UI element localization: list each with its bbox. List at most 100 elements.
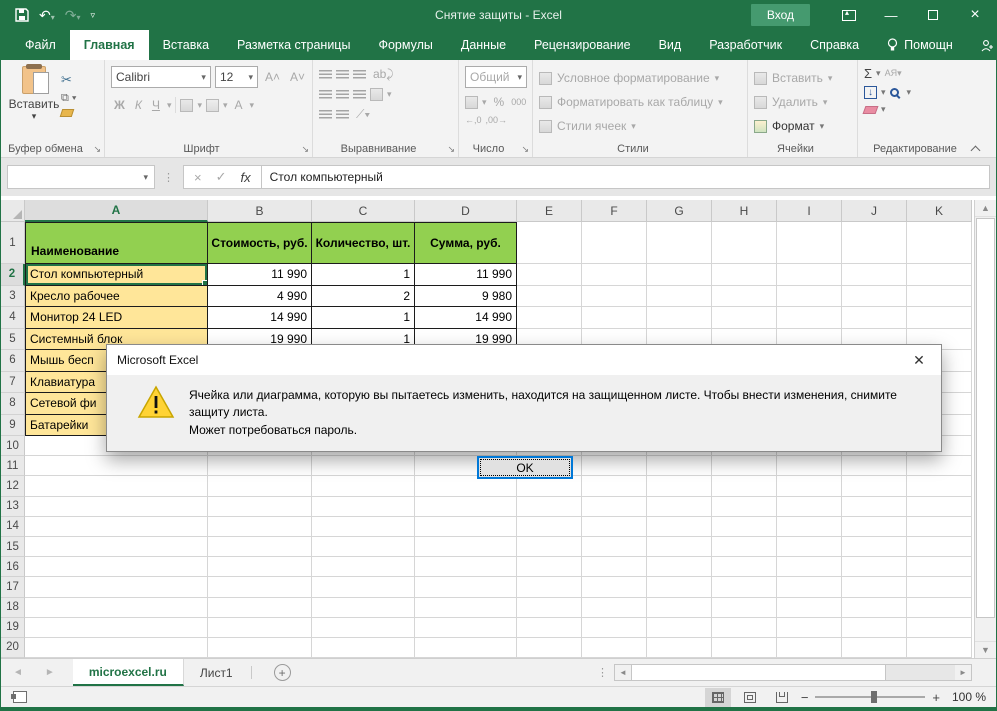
customize-qat-icon[interactable]: ▿ (91, 11, 96, 20)
dialog-launcher-icon[interactable]: ↘ (447, 144, 455, 155)
row-header-3[interactable]: 3 (1, 286, 25, 308)
cell-A1[interactable]: Наименование (25, 222, 208, 264)
column-header-H[interactable]: H (712, 200, 777, 222)
cell-C12[interactable] (312, 476, 415, 496)
cell-I2[interactable] (777, 264, 842, 286)
ribbon-tab-справка[interactable]: Справка (796, 30, 873, 60)
cell-G11[interactable] (647, 456, 712, 476)
cell-K18[interactable] (907, 598, 972, 618)
column-header-G[interactable]: G (647, 200, 712, 222)
cell-C2[interactable]: 1 (312, 264, 415, 286)
cell-I17[interactable] (777, 577, 842, 597)
maximize-icon[interactable] (912, 0, 954, 30)
cell-G2[interactable] (647, 264, 712, 286)
cell-K3[interactable] (907, 286, 972, 308)
cell-E20[interactable] (517, 638, 582, 658)
cells-item[interactable]: Формат▾ (754, 116, 853, 136)
cell-A2[interactable]: Стол компьютерный (25, 264, 208, 286)
cell-C3[interactable]: 2 (312, 286, 415, 308)
find-select-icon[interactable] (890, 88, 899, 97)
cell-C18[interactable] (312, 598, 415, 618)
scroll-left-icon[interactable]: ◄ (615, 665, 631, 680)
cell-G20[interactable] (647, 638, 712, 658)
dialog-launcher-icon[interactable]: ↘ (93, 144, 101, 155)
row-header-7[interactable]: 7 (1, 372, 25, 394)
cell-K2[interactable] (907, 264, 972, 286)
cell-J13[interactable] (842, 497, 907, 517)
cell-K1[interactable] (907, 222, 972, 264)
cell-G14[interactable] (647, 517, 712, 537)
ok-button[interactable]: OK (477, 456, 573, 479)
cell-G18[interactable] (647, 598, 712, 618)
cell-C17[interactable] (312, 577, 415, 597)
ribbon-tab-вид[interactable]: Вид (645, 30, 696, 60)
font-size-combo[interactable]: 12▾ (215, 66, 258, 88)
scroll-right-icon[interactable]: ► (955, 665, 971, 680)
cell-H17[interactable] (712, 577, 777, 597)
ribbon-tab-данные[interactable]: Данные (447, 30, 520, 60)
cell-F19[interactable] (582, 618, 647, 638)
cell-E15[interactable] (517, 537, 582, 557)
cell-A15[interactable] (25, 537, 208, 557)
cell-D15[interactable] (415, 537, 517, 557)
cell-I16[interactable] (777, 557, 842, 577)
cell-D19[interactable] (415, 618, 517, 638)
cell-G4[interactable] (647, 307, 712, 329)
cell-G1[interactable] (647, 222, 712, 264)
cell-H1[interactable] (712, 222, 777, 264)
ribbon-tab-помощн[interactable]: Помощн (873, 30, 967, 60)
column-header-E[interactable]: E (517, 200, 582, 222)
cell-A3[interactable]: Кресло рабочее (25, 286, 208, 308)
cell-B20[interactable] (208, 638, 312, 658)
column-header-K[interactable]: K (907, 200, 972, 222)
cell-A16[interactable] (25, 557, 208, 577)
column-header-B[interactable]: B (208, 200, 312, 222)
cell-C1[interactable]: Количество, шт. (312, 222, 415, 264)
row-header-11[interactable]: 11 (1, 456, 25, 476)
cell-B3[interactable]: 4 990 (208, 286, 312, 308)
cell-J16[interactable] (842, 557, 907, 577)
cell-G19[interactable] (647, 618, 712, 638)
ribbon-tab-формулы[interactable]: Формулы (364, 30, 446, 60)
new-sheet-icon[interactable]: + (274, 664, 291, 681)
sheet-tab-active[interactable]: microexcel.ru (73, 659, 184, 686)
cell-K19[interactable] (907, 618, 972, 638)
cell-C14[interactable] (312, 517, 415, 537)
save-icon[interactable] (15, 8, 29, 22)
column-header-F[interactable]: F (582, 200, 647, 222)
cell-I11[interactable] (777, 456, 842, 476)
cell-A17[interactable] (25, 577, 208, 597)
cell-I12[interactable] (777, 476, 842, 496)
cell-B11[interactable] (208, 456, 312, 476)
page-layout-view-icon[interactable] (737, 688, 763, 707)
clear-icon[interactable] (863, 106, 879, 114)
undo-icon[interactable]: ↶▾ (39, 8, 55, 22)
cell-C20[interactable] (312, 638, 415, 658)
collapse-ribbon-icon[interactable] (971, 144, 980, 153)
close-icon[interactable]: × (954, 0, 996, 30)
cell-H18[interactable] (712, 598, 777, 618)
cell-D4[interactable]: 14 990 (415, 307, 517, 329)
cell-J3[interactable] (842, 286, 907, 308)
cell-J15[interactable] (842, 537, 907, 557)
cell-H3[interactable] (712, 286, 777, 308)
cell-C15[interactable] (312, 537, 415, 557)
cell-K15[interactable] (907, 537, 972, 557)
cell-I18[interactable] (777, 598, 842, 618)
cell-B16[interactable] (208, 557, 312, 577)
cell-E13[interactable] (517, 497, 582, 517)
cell-K14[interactable] (907, 517, 972, 537)
cell-J18[interactable] (842, 598, 907, 618)
cell-H15[interactable] (712, 537, 777, 557)
select-all-corner[interactable] (1, 200, 25, 222)
cell-I19[interactable] (777, 618, 842, 638)
cell-D20[interactable] (415, 638, 517, 658)
row-header-16[interactable]: 16 (1, 557, 25, 577)
cell-H11[interactable] (712, 456, 777, 476)
ribbon-display-options-icon[interactable] (828, 0, 870, 30)
cell-A11[interactable] (25, 456, 208, 476)
cell-F13[interactable] (582, 497, 647, 517)
cell-B12[interactable] (208, 476, 312, 496)
macro-record-icon[interactable] (13, 691, 27, 703)
cell-C16[interactable] (312, 557, 415, 577)
